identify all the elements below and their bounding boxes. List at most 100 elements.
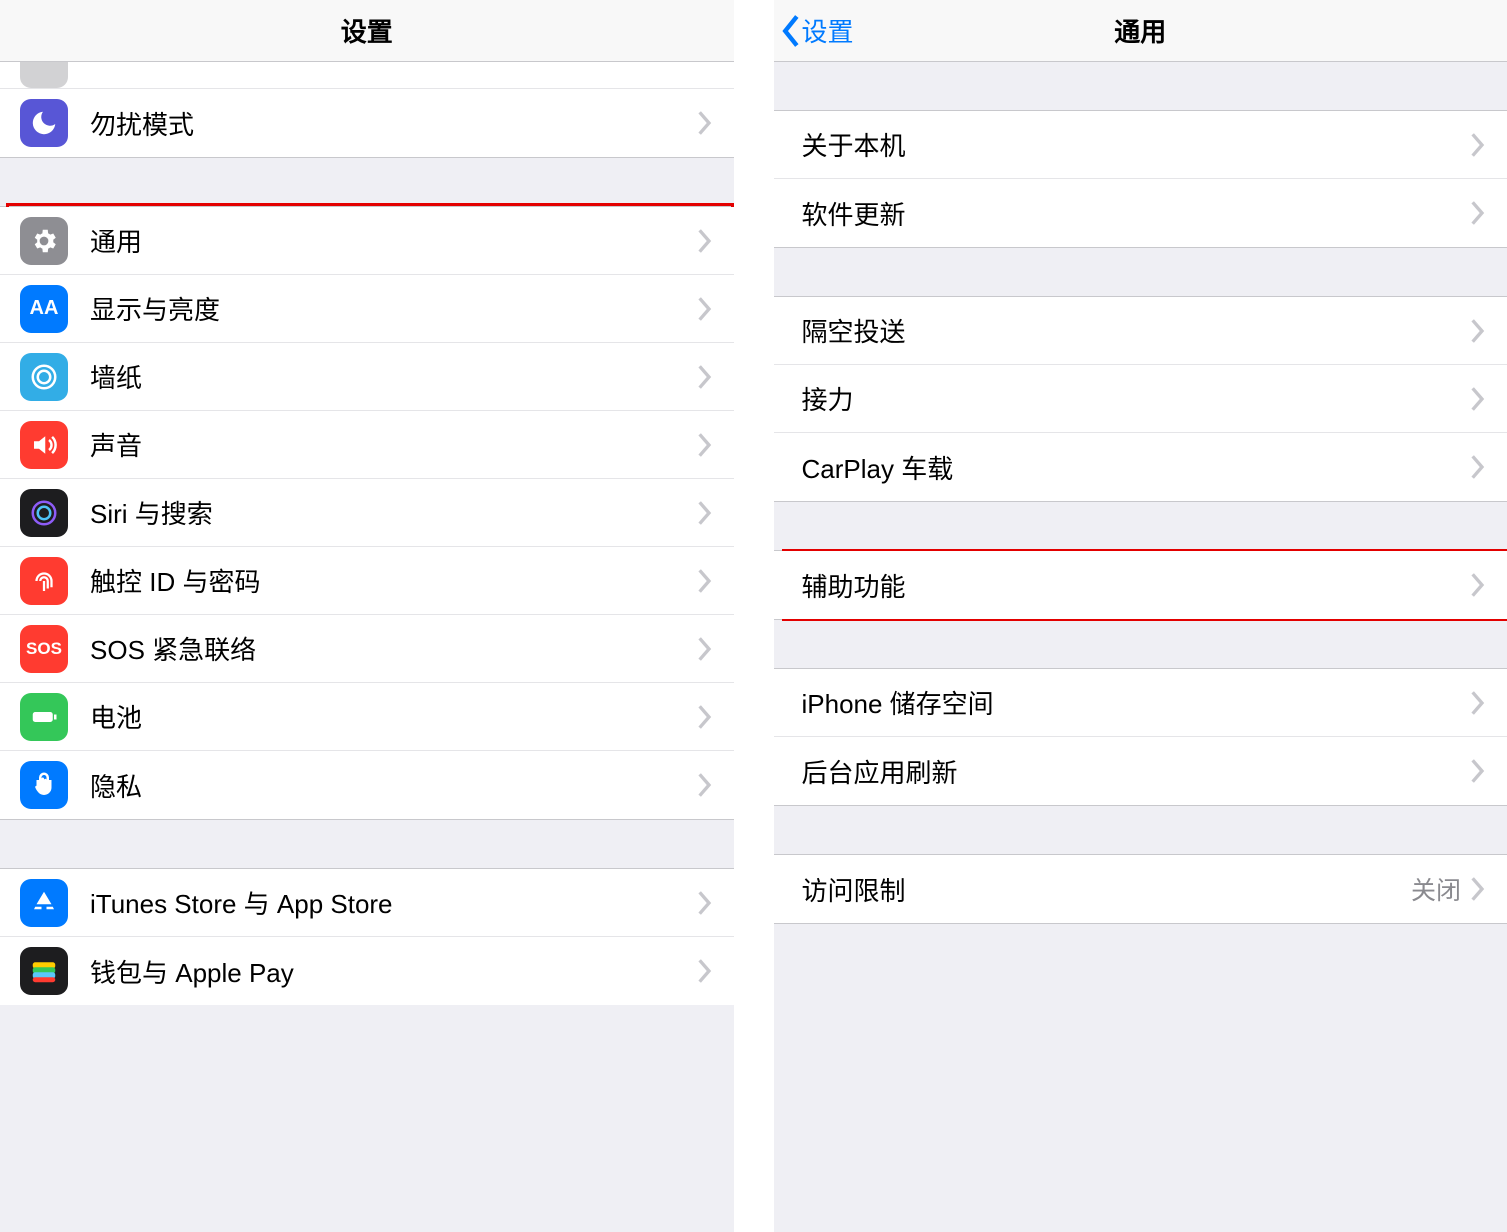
- general-section: 辅助功能: [774, 550, 1507, 620]
- settings-row-wallet[interactable]: 钱包与 Apple Pay: [0, 937, 734, 1005]
- chevron-right-icon: [1471, 455, 1485, 479]
- general-row-about[interactable]: 关于本机: [774, 111, 1507, 179]
- chevron-right-icon: [698, 569, 712, 593]
- fingerprint-icon: [20, 557, 68, 605]
- row-label: 勿扰模式: [90, 105, 698, 142]
- general-row-restrictions[interactable]: 访问限制 关闭: [774, 855, 1507, 923]
- chevron-right-icon: [1471, 691, 1485, 715]
- wallpaper-icon: [20, 353, 68, 401]
- settings-row-wallpaper[interactable]: 墙纸: [0, 343, 734, 411]
- section-gap: [0, 820, 734, 868]
- section-gap: [774, 620, 1507, 668]
- textsize-icon: AA: [20, 285, 68, 333]
- settings-section: iTunes Store 与 App Store 钱包与 Apple Pay: [0, 868, 734, 1005]
- general-section: 隔空投送 接力 CarPlay 车载: [774, 296, 1507, 502]
- sos-icon: SOS: [20, 625, 68, 673]
- row-label: 后台应用刷新: [802, 753, 1472, 790]
- chevron-right-icon: [698, 365, 712, 389]
- chevron-right-icon: [698, 501, 712, 525]
- sound-icon: [20, 421, 68, 469]
- general-row-accessibility[interactable]: 辅助功能: [774, 551, 1507, 619]
- generic-icon: [20, 62, 68, 88]
- row-label: 声音: [90, 426, 698, 463]
- page-title: 通用: [1114, 12, 1166, 49]
- privacy-icon: [20, 761, 68, 809]
- chevron-right-icon: [1471, 759, 1485, 783]
- settings-panel: 设置 勿扰模式 通用 AA: [0, 0, 734, 1232]
- row-label: 隔空投送: [802, 312, 1472, 349]
- chevron-right-icon: [698, 297, 712, 321]
- row-label: iPhone 储存空间: [802, 684, 1472, 721]
- general-row-airdrop[interactable]: 隔空投送: [774, 297, 1507, 365]
- section-gap: [0, 158, 734, 206]
- chevron-right-icon: [1471, 201, 1485, 225]
- row-label: 显示与亮度: [90, 290, 698, 327]
- row-label: CarPlay 车载: [802, 449, 1472, 486]
- row-label: iTunes Store 与 App Store: [90, 884, 698, 921]
- general-row-storage[interactable]: iPhone 储存空间: [774, 669, 1507, 737]
- chevron-right-icon: [698, 637, 712, 661]
- chevron-right-icon: [698, 111, 712, 135]
- settings-row-display[interactable]: AA 显示与亮度: [0, 275, 734, 343]
- settings-row-battery[interactable]: 电池: [0, 683, 734, 751]
- general-row-handoff[interactable]: 接力: [774, 365, 1507, 433]
- chevron-right-icon: [1471, 319, 1485, 343]
- general-panel: 设置 通用 关于本机 软件更新 隔空投送 接力 CarPlay 车载: [774, 0, 1507, 1232]
- moon-icon: [20, 99, 68, 147]
- wallet-icon: [20, 947, 68, 995]
- row-label: 隐私: [90, 767, 698, 804]
- row-label: 软件更新: [802, 195, 1472, 232]
- row-label: 触控 ID 与密码: [90, 562, 698, 599]
- row-label: 访问限制: [802, 871, 1411, 908]
- general-section: 关于本机 软件更新: [774, 110, 1507, 248]
- chevron-right-icon: [1471, 133, 1485, 157]
- section-gap: [774, 502, 1507, 550]
- settings-section: 勿扰模式: [0, 62, 734, 158]
- navbar: 设置: [0, 0, 734, 62]
- general-section: iPhone 储存空间 后台应用刷新: [774, 668, 1507, 806]
- row-detail: 关闭: [1411, 871, 1461, 907]
- section-gap: [774, 924, 1507, 1232]
- back-label: 设置: [802, 12, 854, 49]
- section-gap: [774, 62, 1507, 110]
- chevron-right-icon: [698, 773, 712, 797]
- settings-row-touchid[interactable]: 触控 ID 与密码: [0, 547, 734, 615]
- settings-row-dnd[interactable]: 勿扰模式: [0, 89, 734, 157]
- row-label: 辅助功能: [802, 567, 1472, 604]
- section-gap: [774, 248, 1507, 296]
- general-section: 访问限制 关闭: [774, 854, 1507, 924]
- chevron-right-icon: [698, 433, 712, 457]
- chevron-right-icon: [698, 959, 712, 983]
- gear-icon: [20, 217, 68, 265]
- row-label: 关于本机: [802, 126, 1472, 163]
- general-row-background-refresh[interactable]: 后台应用刷新: [774, 737, 1507, 805]
- general-row-carplay[interactable]: CarPlay 车载: [774, 433, 1507, 501]
- navbar: 设置 通用: [774, 0, 1507, 62]
- settings-row-general[interactable]: 通用: [0, 207, 734, 275]
- row-label: 墙纸: [90, 358, 698, 395]
- row-label: Siri 与搜索: [90, 494, 698, 531]
- chevron-right-icon: [1471, 877, 1485, 901]
- chevron-right-icon: [698, 705, 712, 729]
- row-label: 接力: [802, 380, 1472, 417]
- siri-icon: [20, 489, 68, 537]
- settings-row-siri[interactable]: Siri 与搜索: [0, 479, 734, 547]
- section-gap: [774, 806, 1507, 854]
- settings-row-truncated[interactable]: [0, 62, 734, 89]
- chevron-right-icon: [698, 891, 712, 915]
- row-label: SOS 紧急联络: [90, 630, 698, 667]
- appstore-icon: [20, 879, 68, 927]
- chevron-right-icon: [1471, 573, 1485, 597]
- settings-row-appstore[interactable]: iTunes Store 与 App Store: [0, 869, 734, 937]
- settings-row-sound[interactable]: 声音: [0, 411, 734, 479]
- row-label: 钱包与 Apple Pay: [90, 953, 698, 990]
- back-button[interactable]: 设置: [782, 0, 854, 61]
- page-title: 设置: [341, 12, 393, 49]
- row-label: 通用: [90, 222, 698, 259]
- chevron-right-icon: [1471, 387, 1485, 411]
- general-row-software-update[interactable]: 软件更新: [774, 179, 1507, 247]
- settings-row-sos[interactable]: SOS SOS 紧急联络: [0, 615, 734, 683]
- settings-row-privacy[interactable]: 隐私: [0, 751, 734, 819]
- battery-icon: [20, 693, 68, 741]
- chevron-right-icon: [698, 229, 712, 253]
